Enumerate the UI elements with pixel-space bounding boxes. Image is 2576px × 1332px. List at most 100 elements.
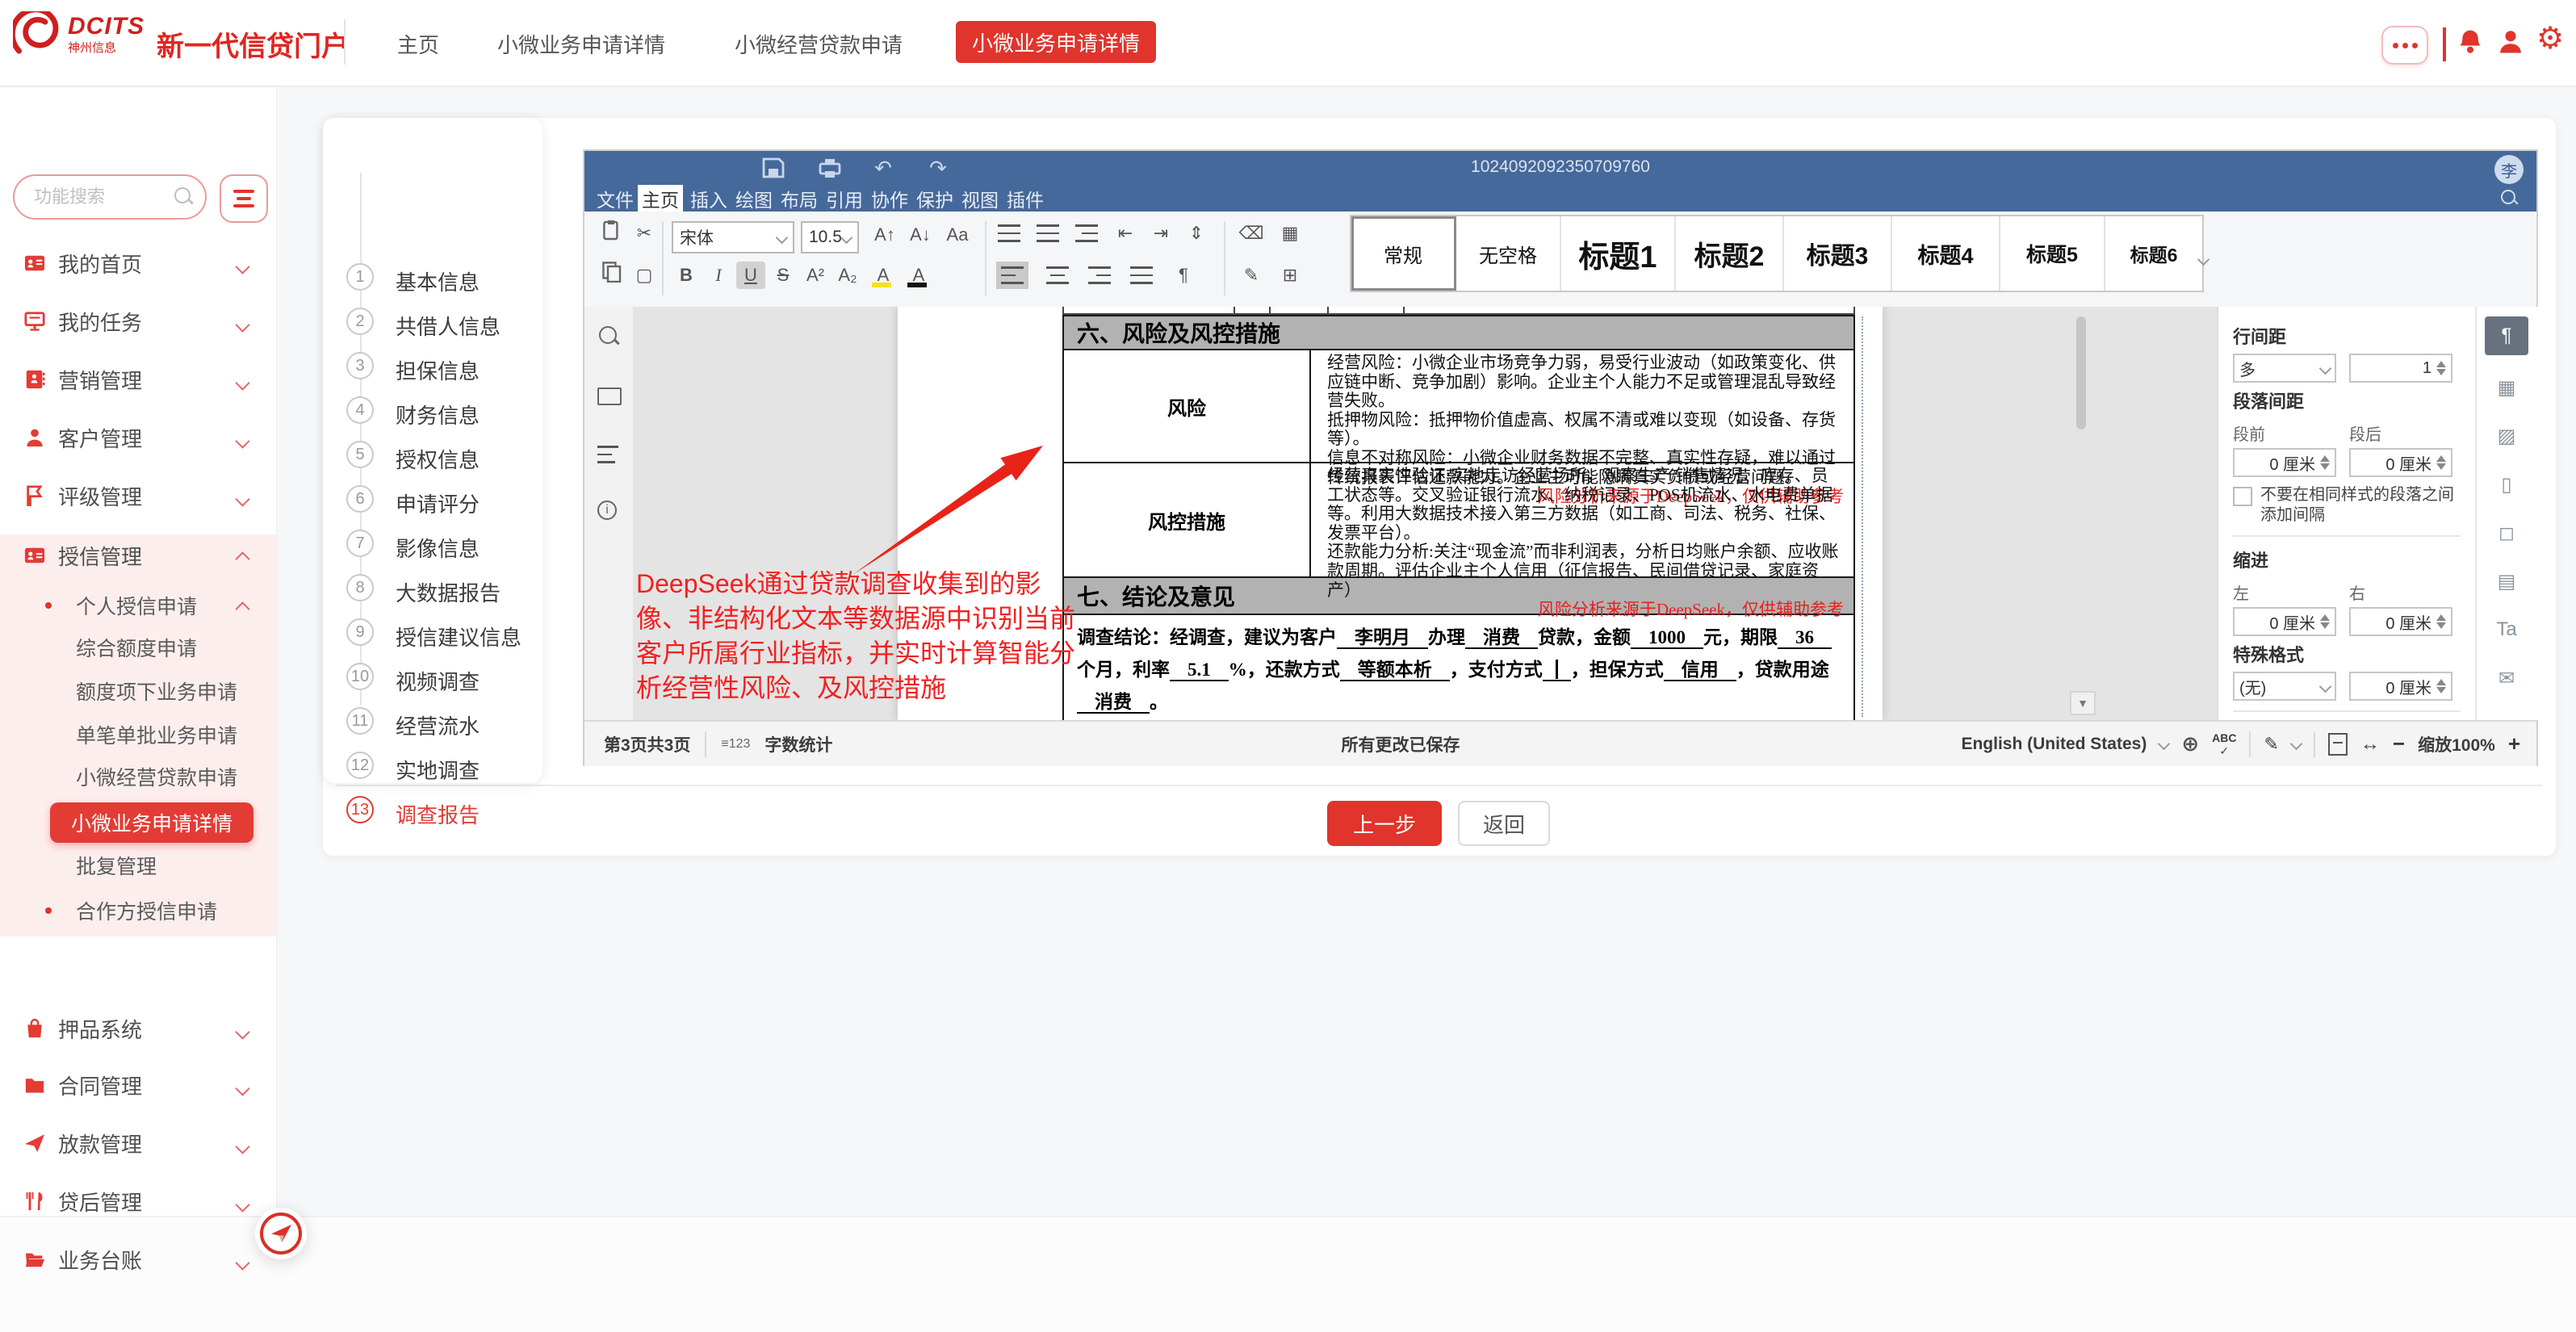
- indent-right-input[interactable]: 0 厘米: [2349, 607, 2452, 636]
- globe-icon[interactable]: ⊕: [2181, 731, 2199, 756]
- numbered-list-icon[interactable]: [1037, 224, 1059, 242]
- page-panel-icon[interactable]: ▯: [2485, 465, 2528, 504]
- underline-icon-active[interactable]: U: [736, 262, 765, 289]
- strikethrough-icon[interactable]: S: [769, 262, 798, 289]
- menu-tab-home-active[interactable]: 主页: [638, 185, 683, 212]
- grow-font-icon[interactable]: A↑: [869, 221, 901, 249]
- more-messages-button[interactable]: [2381, 26, 2428, 65]
- find-icon[interactable]: [599, 326, 617, 344]
- highlight-color-icon[interactable]: A: [869, 262, 898, 289]
- spacing-before-input[interactable]: 0 厘米: [2233, 448, 2336, 477]
- zoom-out-icon[interactable]: −: [2393, 731, 2405, 756]
- indent-left-input[interactable]: 0 厘米: [2233, 607, 2336, 636]
- image-panel-icon[interactable]: ▨: [2485, 417, 2528, 455]
- sidebar-item-rating[interactable]: 评级管理: [0, 475, 276, 517]
- topbar-tab-micro-detail[interactable]: 小微业务申请详情: [497, 29, 665, 59]
- shrink-font-icon[interactable]: A↓: [904, 221, 936, 249]
- style-heading3[interactable]: 标题3: [1784, 216, 1892, 291]
- info-icon[interactable]: i: [597, 501, 617, 520]
- menu-tab-view[interactable]: 视图: [957, 185, 1003, 212]
- step-4[interactable]: 4财务信息: [323, 395, 542, 427]
- pen-icon[interactable]: ✎: [1237, 262, 1266, 289]
- align-right-icon[interactable]: [1088, 266, 1111, 284]
- special-format-amount[interactable]: 0 厘米: [2349, 672, 2452, 701]
- shading-icon[interactable]: ▦: [1275, 220, 1305, 247]
- no-spacing-same-style-checkbox[interactable]: 不要在相同样式的段落之间添加间隔: [2233, 485, 2461, 526]
- step-13-active[interactable]: 13调查报告: [323, 794, 542, 827]
- font-color-icon[interactable]: A: [904, 262, 933, 289]
- step-7[interactable]: 7影像信息: [323, 528, 542, 560]
- outline-icon[interactable]: [597, 446, 618, 463]
- style-no-spacing[interactable]: 无空格: [1456, 216, 1561, 291]
- sidebar-item-contracts[interactable]: 合同管理: [0, 1064, 276, 1106]
- assistant-fab-button[interactable]: [255, 1208, 307, 1259]
- menu-tab-plugins[interactable]: 插件: [1003, 185, 1048, 212]
- settings-gear-icon[interactable]: ⚙: [2536, 24, 2566, 53]
- special-format-select[interactable]: (无): [2233, 672, 2336, 701]
- paragraph-panel-icon[interactable]: ¶: [2485, 316, 2528, 355]
- risk-content[interactable]: 经营风险：小微企业市场竞争力弱，易受行业波动（如政策变化、供应链中断、竞争加剧）…: [1311, 350, 1853, 462]
- styles-more-chevron[interactable]: [2199, 241, 2208, 270]
- sidebar-item-collateral[interactable]: 押品系统: [0, 1007, 276, 1049]
- paste-icon[interactable]: [597, 220, 626, 247]
- step-2[interactable]: 2共借人信息: [323, 306, 542, 338]
- risk-control-content[interactable]: 经营真实性验证:实地走访经营场所，观察生产/销售情况、库存、员工状态等。交叉验证…: [1311, 463, 1853, 576]
- fit-width-icon[interactable]: ↔: [2360, 733, 2380, 756]
- notification-bell-icon[interactable]: [2456, 27, 2485, 57]
- fit-page-icon[interactable]: [2328, 733, 2348, 756]
- indent-icon[interactable]: ⇥: [1146, 220, 1175, 247]
- align-left-icon-active[interactable]: [1001, 266, 1024, 284]
- spacing-after-input[interactable]: 0 厘米: [2349, 448, 2452, 477]
- track-changes-icon[interactable]: ✎: [2264, 734, 2278, 755]
- step-6[interactable]: 6申请评分: [323, 484, 542, 516]
- sidebar-item-my-home[interactable]: 我的首页: [0, 242, 276, 284]
- font-size-select[interactable]: 10.5: [801, 221, 859, 253]
- vertical-scrollbar-thumb[interactable]: [2076, 316, 2086, 429]
- step-8[interactable]: 8大数据报告: [323, 572, 542, 605]
- topbar-tab-micro-loan-apply[interactable]: 小微经营贷款申请: [735, 29, 903, 59]
- style-normal[interactable]: 常规: [1351, 216, 1456, 291]
- step-9[interactable]: 9授信建议信息: [323, 617, 542, 649]
- risk-label[interactable]: 风险: [1064, 350, 1311, 462]
- step-12[interactable]: 12实地调查: [323, 750, 542, 782]
- scroll-down-button[interactable]: ▼: [2070, 691, 2096, 715]
- cut-icon[interactable]: ✂: [630, 220, 659, 247]
- sidebar-item-disbursement[interactable]: 放款管理: [0, 1122, 276, 1164]
- style-heading1[interactable]: 标题1: [1561, 216, 1676, 291]
- sidebar-item-ledger[interactable]: 业务台账: [0, 1238, 276, 1280]
- topbar-active-tab[interactable]: 小微业务申请详情: [956, 21, 1156, 63]
- menu-tab-protect[interactable]: 保护: [912, 185, 957, 212]
- table-panel-icon[interactable]: ▦: [2485, 368, 2528, 407]
- menu-tab-file[interactable]: 文件: [593, 185, 638, 212]
- style-heading6[interactable]: 标题6: [2105, 216, 2202, 291]
- line-spacing-icon[interactable]: ⇕: [1182, 220, 1211, 247]
- topbar-tab-home[interactable]: 主页: [397, 29, 439, 59]
- editor-search-icon[interactable]: [2501, 190, 2515, 204]
- conclusion-line[interactable]: 调查结论：经调查，建议为客户李明月办理消费贷款，金额1000元，期限36个月，利…: [1062, 615, 1855, 720]
- menu-tab-draw[interactable]: 绘图: [731, 185, 777, 212]
- previous-step-button[interactable]: 上一步: [1327, 801, 1442, 846]
- outdent-icon[interactable]: ⇤: [1111, 220, 1140, 247]
- superscript-icon[interactable]: A²: [801, 262, 830, 289]
- menu-tab-insert[interactable]: 插入: [686, 185, 731, 212]
- pilcrow-icon[interactable]: ¶: [1169, 262, 1198, 289]
- bold-icon[interactable]: B: [672, 262, 701, 289]
- sidebar-item-marketing[interactable]: 营销管理: [0, 358, 276, 400]
- sidebar-item-credit[interactable]: 授信管理: [0, 534, 276, 576]
- collapse-menu-button[interactable]: [220, 174, 268, 223]
- sidebar-item-post-loan[interactable]: 贷后管理: [0, 1180, 276, 1222]
- menu-tab-layout[interactable]: 布局: [777, 185, 822, 212]
- change-case-icon[interactable]: Aa: [940, 221, 975, 249]
- copy-icon[interactable]: [597, 262, 626, 289]
- bullet-list-icon[interactable]: [998, 224, 1020, 242]
- comments-icon[interactable]: [597, 387, 622, 405]
- sidebar-subitem-approval-mgmt[interactable]: 批复管理: [0, 846, 276, 885]
- sidebar-subitem-micro-loan-apply[interactable]: 小微经营贷款申请: [0, 757, 276, 796]
- zoom-level[interactable]: 缩放100%: [2418, 732, 2495, 756]
- mail-panel-icon[interactable]: ✉: [2485, 659, 2528, 697]
- sidebar-subitem-single-batch[interactable]: 单笔单批业务申请: [0, 715, 276, 754]
- chart-panel-icon[interactable]: ▤: [2485, 562, 2528, 601]
- section6-header[interactable]: 六、风险及风控措施: [1062, 315, 1855, 350]
- user-avatar[interactable]: 李: [2494, 155, 2524, 184]
- font-family-select[interactable]: 宋体: [672, 221, 794, 253]
